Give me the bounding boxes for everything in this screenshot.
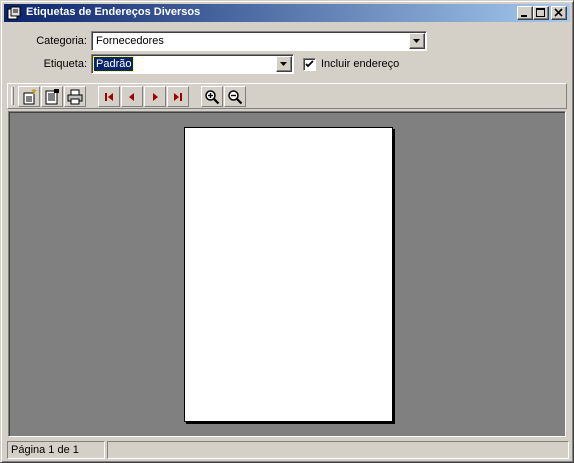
zoom-in-button[interactable] [201, 86, 223, 107]
print-button[interactable] [64, 86, 86, 107]
window-title: Etiquetas de Endereços Diversos [26, 6, 201, 18]
maximize-button[interactable] [533, 6, 549, 20]
status-bar-panel [107, 441, 569, 459]
incluir-endereco-checkbox[interactable] [303, 58, 316, 71]
first-page-icon [105, 93, 113, 101]
etiqueta-value: Padrão [92, 56, 135, 72]
chevron-down-icon [280, 62, 287, 66]
etiqueta-label: Etiqueta: [43, 58, 87, 70]
new-page-icon [23, 89, 37, 105]
categoria-value: Fornecedores [96, 35, 164, 47]
page-count-text: Página 1 de 1 [11, 444, 79, 456]
next-page-icon [153, 93, 158, 101]
last-page-button[interactable] [167, 86, 189, 107]
first-page-button[interactable] [98, 86, 120, 107]
last-page-icon [174, 93, 182, 101]
zoom-in-icon [205, 90, 220, 105]
close-button[interactable] [551, 6, 567, 20]
print-preview-area[interactable] [8, 111, 566, 437]
page-setup-button[interactable] [41, 86, 63, 107]
chevron-down-icon [413, 39, 420, 43]
categoria-combobox[interactable]: Fornecedores [91, 31, 427, 51]
minimize-button[interactable] [517, 6, 533, 20]
preview-page [184, 127, 393, 422]
previous-page-icon [129, 93, 134, 101]
close-icon [554, 8, 563, 17]
categoria-dropdown-button[interactable] [409, 33, 425, 49]
labels-app-icon [7, 6, 21, 20]
zoom-out-icon [228, 90, 243, 105]
new-page-button[interactable] [18, 86, 40, 107]
toolbar-grip[interactable] [11, 87, 14, 105]
etiqueta-combobox[interactable]: Padrão [91, 54, 294, 74]
window: Etiquetas de Endereços Diversos Categori… [0, 0, 574, 463]
print-icon [67, 89, 83, 105]
previous-page-button[interactable] [121, 86, 143, 107]
etiqueta-dropdown-button[interactable] [276, 56, 292, 72]
title-bar[interactable]: Etiquetas de Endereços Diversos [4, 4, 570, 22]
incluir-endereco-label[interactable]: Incluir endereço [321, 58, 399, 70]
toolbar [7, 83, 567, 109]
checkmark-icon [305, 60, 314, 68]
zoom-out-button[interactable] [224, 86, 246, 107]
status-bar-page: Página 1 de 1 [7, 441, 105, 459]
maximize-icon [536, 8, 545, 17]
page-setup-icon [45, 89, 59, 105]
next-page-button[interactable] [144, 86, 166, 107]
minimize-icon [521, 15, 527, 17]
categoria-label: Categoria: [36, 35, 87, 47]
